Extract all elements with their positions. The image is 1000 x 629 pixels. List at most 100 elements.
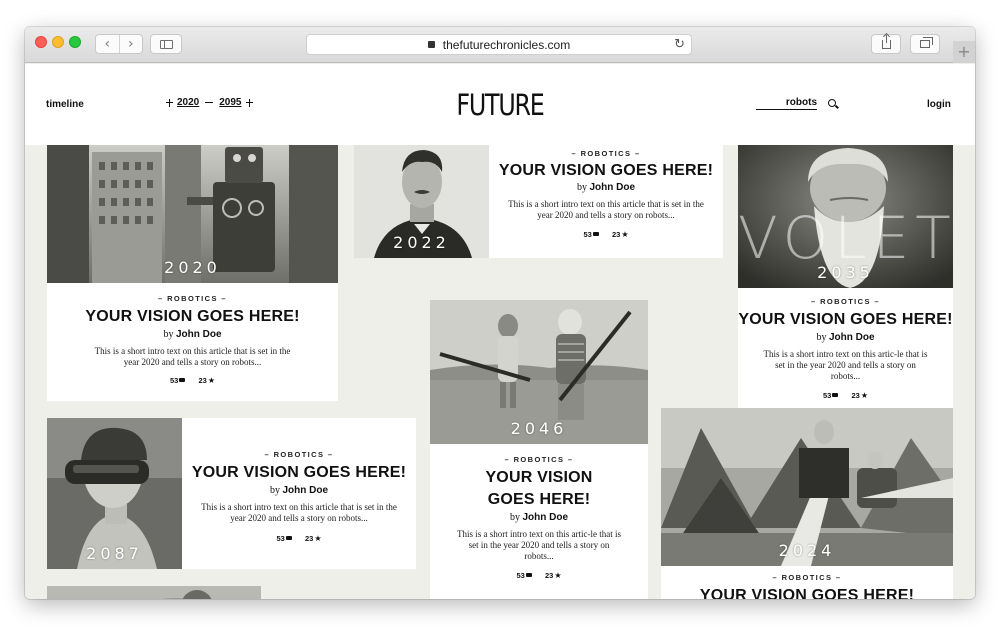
article-year: 2022 (393, 233, 450, 252)
article-byline: by John Doe (430, 512, 648, 523)
star-count: 23 (305, 534, 314, 543)
comment-icon (179, 378, 186, 382)
article-image: 2020 (47, 142, 338, 283)
article-intro: This is a short intro text on this artic… (763, 349, 928, 381)
comment-icon (592, 232, 599, 236)
chevron-left-icon: ‹ (104, 36, 111, 52)
article-year: 2046 (510, 419, 568, 438)
comment-count: 53 (276, 534, 285, 543)
article-title[interactable]: YOUR VISION GOES HERE! (489, 160, 723, 182)
zoom-window-button[interactable] (69, 36, 81, 48)
byline-prefix: by (269, 485, 280, 496)
article-stats: 53 23★ (47, 376, 338, 385)
forward-button[interactable]: › (118, 35, 143, 53)
article-card[interactable]: 2020 – ROBOTICS – YOUR VISION GOES HERE!… (47, 142, 338, 401)
article-stats: 53 23★ (489, 230, 723, 239)
login-link[interactable]: login (927, 99, 951, 110)
chevron-right-icon: › (127, 36, 134, 52)
search-icon[interactable] (828, 99, 836, 107)
article-category: – ROBOTICS – (158, 294, 227, 303)
article-card[interactable]: 2024 – ROBOTICS – YOUR VISION GOES HERE! (661, 408, 953, 599)
comment-icon (525, 573, 532, 577)
article-year: 2035 (817, 263, 874, 282)
article-title[interactable]: YOUR VISION GOES HERE! (661, 585, 953, 599)
back-button[interactable]: ‹ (96, 35, 119, 53)
tab-overview-button[interactable] (910, 34, 940, 54)
byline-prefix: by (816, 332, 827, 343)
article-image: VOLETT 2035 (738, 142, 953, 288)
article-byline: by John Doe (738, 332, 953, 343)
article-image: 2022 (354, 142, 489, 258)
article-category: – ROBOTICS – (772, 573, 842, 582)
browser-toolbar: ‹ › thefuturechronicles.com ↻ + (25, 27, 975, 63)
article-byline: by John Doe (489, 182, 723, 193)
image-overlay-text: VOLETT (738, 204, 953, 272)
article-category: – ROBOTICS – (264, 450, 334, 459)
article-image: 2024 (661, 408, 953, 566)
article-stats: 53 23★ (430, 571, 648, 580)
new-tab-button[interactable]: + (953, 41, 975, 63)
article-byline: by John Doe (47, 329, 338, 340)
timeline-link[interactable]: timeline (46, 99, 84, 110)
site-header: timeline 2020 2095 FUTURE robots login (25, 64, 975, 145)
article-author[interactable]: John Doe (829, 332, 875, 343)
article-author[interactable]: John Doe (589, 182, 635, 193)
star-icon[interactable]: ★ (621, 230, 628, 239)
share-icon (882, 35, 891, 49)
article-title[interactable]: YOUR VISION GOES HERE! (47, 306, 338, 328)
article-card[interactable]: 2022 – ROBOTICS – YOUR VISION GOES HERE!… (354, 142, 723, 258)
star-count: 23 (545, 571, 554, 580)
article-year: 2024 (778, 541, 836, 560)
article-year: 2020 (164, 258, 221, 277)
star-count: 23 (198, 376, 207, 385)
byline-prefix: by (576, 182, 587, 193)
article-intro: This is a short intro text on this artic… (508, 199, 704, 220)
search-input[interactable]: robots (756, 97, 817, 110)
article-card[interactable]: 2046 – ROBOTICS – YOUR VISION GOES HERE!… (430, 300, 648, 599)
url-text: thefuturechronicles.com (442, 37, 571, 52)
article-author[interactable]: John Doe (522, 512, 568, 523)
article-intro: This is a short intro text on this artic… (457, 529, 621, 561)
comment-count: 53 (822, 391, 832, 400)
article-byline: by John Doe (182, 485, 416, 496)
article-image: 2046 (430, 300, 648, 444)
article-intro: This is a short intro text on this artic… (94, 346, 291, 367)
comment-count: 53 (169, 376, 179, 385)
address-bar[interactable]: thefuturechronicles.com ↻ (306, 34, 692, 55)
article-title[interactable]: YOUR VISION GOES HERE! (738, 309, 953, 331)
comment-icon (832, 393, 839, 397)
article-stats: 53 23★ (738, 391, 953, 400)
star-icon[interactable]: ★ (861, 391, 868, 400)
star-count: 23 (612, 230, 621, 239)
article-intro: This is a short intro text on this artic… (201, 502, 397, 523)
browser-window: ‹ › thefuturechronicles.com ↻ + timeline… (25, 27, 975, 599)
close-window-button[interactable] (35, 36, 47, 48)
article-author[interactable]: John Doe (176, 329, 222, 340)
article-card[interactable]: VOLETT 2035 – ROBOTICS – YOUR VISION GOE… (738, 142, 953, 420)
comment-icon (285, 536, 292, 540)
article-category: – ROBOTICS – (811, 297, 880, 306)
history-nav: ‹ › (95, 34, 143, 54)
article-title[interactable]: YOUR VISION GOES HERE! (182, 462, 416, 484)
star-icon[interactable]: ★ (314, 534, 321, 543)
page-content: timeline 2020 2095 FUTURE robots login 2… (25, 64, 975, 599)
article-card[interactable]: 2087 – ROBOTICS – YOUR VISION GOES HERE!… (47, 418, 416, 569)
reload-icon[interactable]: ↻ (674, 37, 685, 52)
sidebar-icon (160, 40, 173, 49)
article-year: 2087 (86, 544, 143, 563)
tabs-icon (920, 37, 933, 48)
article-card[interactable] (47, 586, 261, 599)
article-image (47, 586, 261, 599)
article-title[interactable]: YOUR VISION GOES HERE! (464, 467, 614, 511)
article-category: – ROBOTICS – (504, 455, 574, 464)
minimize-window-button[interactable] (52, 36, 64, 48)
sidebar-toggle-button[interactable] (150, 34, 182, 54)
article-category: – ROBOTICS – (571, 149, 641, 158)
site-icon (427, 41, 435, 48)
comment-count: 53 (583, 230, 592, 239)
byline-prefix: by (163, 329, 174, 340)
star-icon[interactable]: ★ (554, 571, 561, 580)
star-icon[interactable]: ★ (208, 376, 215, 385)
share-button[interactable] (871, 34, 901, 54)
article-author[interactable]: John Doe (282, 485, 328, 496)
